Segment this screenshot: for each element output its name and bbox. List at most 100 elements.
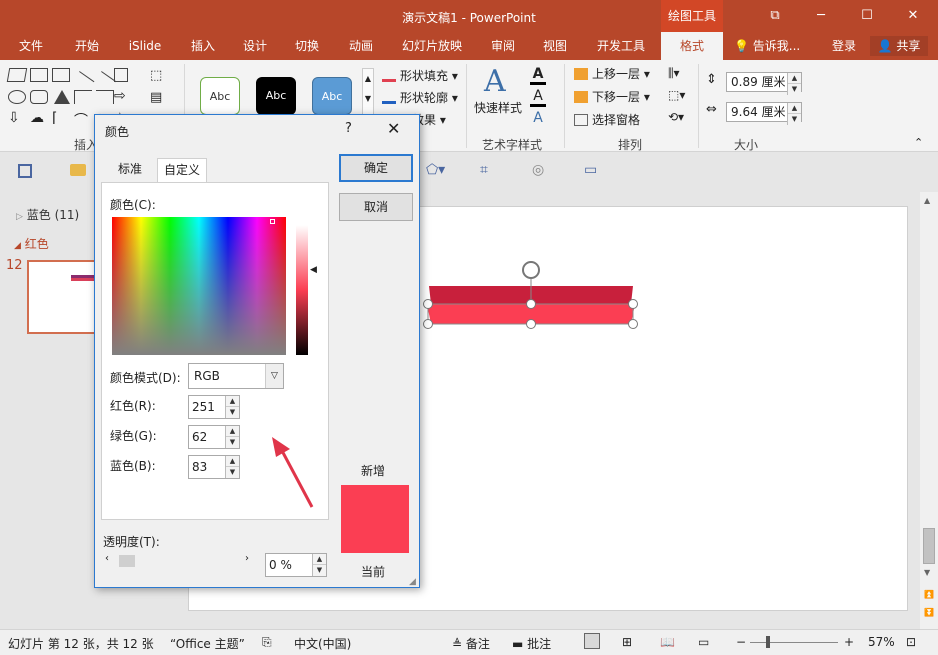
resize-handle[interactable]	[423, 299, 433, 309]
width-spinner[interactable]: ▲ ▼	[787, 103, 801, 125]
minimize-button[interactable]: ─	[798, 0, 844, 32]
height-spinner[interactable]: ▲ ▼	[787, 73, 801, 95]
elbow-arrow-shape-icon[interactable]	[96, 90, 114, 104]
tab-insert[interactable]: 插入	[180, 32, 226, 60]
elbow-connector-shape-icon[interactable]	[74, 90, 92, 104]
resize-grip-icon[interactable]: ◢	[409, 577, 416, 587]
tab-view[interactable]: 视图	[532, 32, 578, 60]
comments-button[interactable]: ▬ 批注	[512, 635, 551, 652]
sign-in-link[interactable]: 登录	[832, 32, 856, 60]
maximize-button[interactable]: ☐	[844, 0, 890, 32]
rotate-icon[interactable]: ⟲▾	[668, 110, 684, 124]
blue-up-icon[interactable]: ▲	[226, 456, 239, 467]
help-button[interactable]: ?	[345, 121, 352, 136]
trapezoid-shape-icon[interactable]	[6, 68, 28, 82]
blue-down-icon[interactable]: ▼	[226, 467, 239, 478]
transparency-down-icon[interactable]: ▼	[313, 565, 326, 576]
triangle-shape-icon[interactable]	[54, 90, 70, 104]
rotate-handle-icon[interactable]	[522, 261, 540, 279]
tab-transitions[interactable]: 切换	[284, 32, 330, 60]
spellcheck-icon[interactable]: ⎘	[262, 635, 272, 650]
cloud-shape-icon[interactable]: ☁	[30, 110, 44, 126]
resize-handle[interactable]	[628, 319, 638, 329]
transparency-spinner[interactable]: ▲ ▼	[312, 554, 326, 576]
share-button[interactable]: 👤 共享	[870, 36, 928, 56]
textbox-icon[interactable]: ▤	[150, 90, 162, 105]
resize-handle[interactable]	[526, 319, 536, 329]
resize-handle[interactable]	[628, 299, 638, 309]
section-blue[interactable]: ▷ 蓝色 (11)	[16, 206, 79, 223]
edit-shape-icon[interactable]: ⬚	[150, 68, 162, 83]
scroll-up-icon[interactable]: ▲	[924, 196, 930, 205]
red-input[interactable]: 251 ▲ ▼	[188, 395, 240, 419]
tab-developer[interactable]: 开发工具	[588, 32, 654, 60]
text-outline-icon[interactable]: A	[530, 88, 546, 107]
width-down-icon[interactable]: ▼	[788, 114, 801, 125]
vertical-textbox-shape-icon[interactable]	[52, 68, 70, 82]
shape-style-blue[interactable]: Abc	[312, 77, 352, 115]
shape-width-input[interactable]: 9.64 厘米 ▲ ▼	[726, 102, 802, 125]
tab-animations[interactable]: 动画	[338, 32, 384, 60]
crop-tool-icon[interactable]: ⌗	[480, 162, 488, 178]
fit-to-window-icon[interactable]: ⊡	[906, 635, 916, 649]
tab-format[interactable]: 格式	[661, 32, 723, 60]
zoom-in-button[interactable]: +	[844, 635, 854, 649]
tab-home[interactable]: 开始	[64, 32, 110, 60]
prev-slide-icon[interactable]: ⏫	[924, 590, 934, 599]
green-spinner[interactable]: ▲ ▼	[225, 426, 239, 448]
wordart-letter-icon[interactable]: A	[484, 64, 506, 99]
reading-view-icon[interactable]: 📖	[660, 635, 675, 649]
transparency-input[interactable]: 0 % ▲ ▼	[265, 553, 327, 577]
quick-styles-button[interactable]: 快速样式	[474, 98, 522, 118]
red-spinner[interactable]: ▲ ▼	[225, 396, 239, 418]
width-up-icon[interactable]: ▲	[788, 103, 801, 114]
color-model-select[interactable]: RGB ▽	[188, 363, 284, 389]
image-tool-icon[interactable]: ▭	[584, 162, 597, 178]
green-input[interactable]: 62 ▲ ▼	[188, 425, 240, 449]
zoom-out-button[interactable]: −	[736, 635, 746, 649]
group-icon[interactable]: ⬚▾	[668, 88, 685, 102]
green-down-icon[interactable]: ▼	[226, 437, 239, 448]
language-indicator[interactable]: 中文(中国)	[294, 635, 351, 652]
green-up-icon[interactable]: ▲	[226, 426, 239, 437]
dialog-close-button[interactable]: ✕	[387, 119, 400, 138]
slideshow-icon[interactable]: ▭	[698, 635, 709, 649]
down-arrow-shape-icon[interactable]: ⇩	[8, 110, 20, 126]
intersect-tool-icon[interactable]: ◎	[532, 162, 544, 178]
align-icon[interactable]: ⫼▾	[668, 66, 680, 81]
shape-tool-icon[interactable]: ⬠▾	[426, 162, 445, 178]
tab-islide[interactable]: iSlide	[120, 32, 170, 60]
tab-standard[interactable]: 标准	[105, 158, 155, 182]
transparency-slider[interactable]: ‹ ›	[103, 553, 253, 569]
red-up-icon[interactable]: ▲	[226, 396, 239, 407]
slider-thumb[interactable]	[119, 555, 135, 567]
tab-custom[interactable]: 自定义	[157, 158, 207, 182]
resize-handle[interactable]	[526, 299, 536, 309]
scroll-thumb[interactable]	[923, 528, 935, 564]
shape-fill-button[interactable]: 形状填充 ▾	[382, 66, 458, 86]
slide-sorter-icon[interactable]: ⊞	[622, 635, 632, 649]
selection-pane-button[interactable]: 选择窗格	[574, 110, 640, 130]
height-up-icon[interactable]: ▲	[788, 73, 801, 84]
red-down-icon[interactable]: ▼	[226, 407, 239, 418]
zoom-slider[interactable]	[750, 642, 838, 643]
slider-right-icon[interactable]: ›	[245, 553, 249, 564]
spectrum-crosshair[interactable]	[270, 219, 275, 224]
blue-input[interactable]: 83 ▲ ▼	[188, 455, 240, 479]
zoom-level[interactable]: 57%	[868, 635, 895, 649]
shape-height-input[interactable]: 0.89 厘米 ▲ ▼	[726, 72, 802, 95]
shape-outline-button[interactable]: 形状轮廓 ▾	[382, 88, 458, 108]
text-effects-icon[interactable]: A	[530, 110, 546, 126]
tab-slideshow[interactable]: 幻灯片放映	[394, 32, 470, 60]
curve-shape-icon[interactable]: ⌒	[74, 110, 88, 130]
rectangle-shape-icon[interactable]	[114, 68, 128, 82]
next-slide-icon[interactable]: ⏬	[924, 608, 934, 617]
shape-style-outline[interactable]: Abc	[200, 77, 240, 115]
tab-file[interactable]: 文件	[8, 32, 54, 60]
right-arrow-shape-icon[interactable]: ⇨	[114, 88, 126, 104]
collapse-ribbon-icon[interactable]: ⌃	[914, 136, 923, 149]
text-fill-icon[interactable]: A	[530, 66, 546, 85]
resize-handle[interactable]	[423, 319, 433, 329]
close-button[interactable]: ✕	[890, 0, 936, 32]
tab-design[interactable]: 设计	[232, 32, 278, 60]
